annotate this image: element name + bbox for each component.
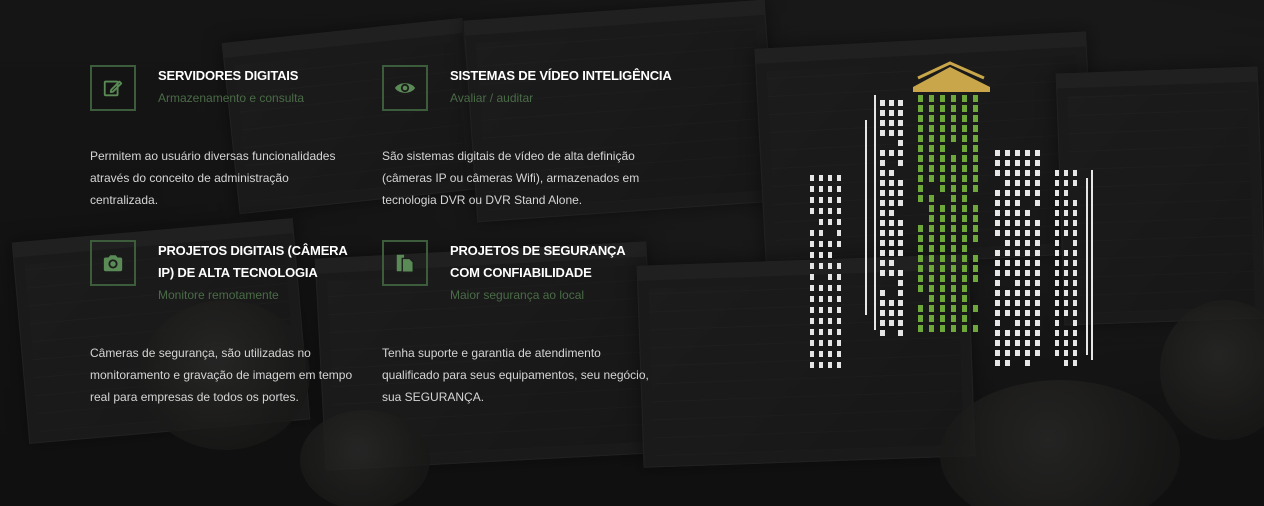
documents-icon [382, 240, 428, 286]
eye-icon [382, 65, 428, 111]
feature-title: PROJETOS DIGITAIS (CÂMERA IP) DE ALTA TE… [158, 240, 358, 284]
feature-description: Permitem ao usuário diversas funcionalid… [90, 145, 360, 211]
feature-description: Câmeras de segurança, são utilizadas no … [90, 342, 360, 408]
services-section: SERVIDORES DIGITAIS Armazenamento e cons… [0, 0, 1264, 506]
feature-title: SERVIDORES DIGITAIS [158, 65, 368, 87]
edit-icon [90, 65, 136, 111]
feature-subtitle: Maior segurança ao local [450, 288, 584, 302]
feature-description: Tenha suporte e garantia de atendimento … [382, 342, 652, 408]
feature-title: SISTEMAS DE VÍDEO INTELIGÊNCIA [450, 65, 680, 87]
feature-title: PROJETOS DE SEGURANÇA COM CONFIABILIDADE [450, 240, 650, 284]
feature-subtitle: Armazenamento e consulta [158, 91, 304, 105]
feature-subtitle: Monitore remotamente [158, 288, 279, 302]
feature-description: São sistemas digitais de vídeo de alta d… [382, 145, 652, 211]
camera-icon [90, 240, 136, 286]
feature-subtitle: Avaliar / auditar [450, 91, 533, 105]
city-buildings-icon [800, 60, 1110, 370]
